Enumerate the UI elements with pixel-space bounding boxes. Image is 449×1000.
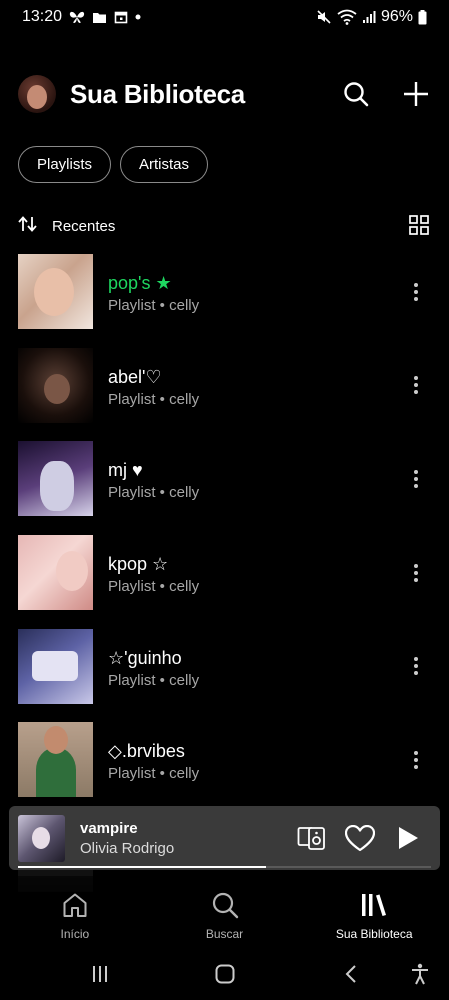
avatar[interactable] xyxy=(18,75,56,113)
play-button[interactable] xyxy=(393,823,423,853)
playback-progress-fill xyxy=(18,866,266,868)
filter-chip-playlists[interactable]: Playlists xyxy=(18,146,112,183)
calendar-icon xyxy=(114,10,128,24)
playlist-title: ◇.brvibes xyxy=(108,741,185,762)
playlist-subtitle: Playlist • celly xyxy=(108,297,200,314)
wifi-icon xyxy=(337,9,357,25)
bottom-nav: Início Buscar Sua Biblioteca xyxy=(0,876,449,948)
playlist-title: abel'♡ xyxy=(108,366,162,387)
accessibility-icon[interactable] xyxy=(408,962,432,986)
playlist-cover xyxy=(18,254,93,329)
plus-icon xyxy=(404,82,428,106)
sort-row: Recentes xyxy=(18,212,431,240)
home-button-icon[interactable] xyxy=(213,962,237,986)
library-icon xyxy=(359,890,389,920)
list-item[interactable]: pop's ★ Playlist • celly xyxy=(18,254,431,348)
battery-level: 96% xyxy=(380,8,413,25)
back-icon[interactable] xyxy=(339,962,363,986)
search-icon xyxy=(210,890,240,920)
playlist-title: pop's ★ xyxy=(108,273,172,293)
now-playing-cover xyxy=(18,814,65,862)
list-item[interactable]: ☆'guinho Playlist • celly xyxy=(18,628,431,723)
signal-icon xyxy=(362,10,376,24)
library-header: Sua Biblioteca xyxy=(18,72,431,116)
sort-label[interactable]: Recentes xyxy=(52,218,115,235)
more-options-icon[interactable] xyxy=(401,535,431,610)
notification-dot-icon xyxy=(135,14,141,20)
folder-icon xyxy=(92,11,107,24)
connect-device-button[interactable] xyxy=(297,823,327,853)
playlist-list: pop's ★ Playlist • celly abel'♡ Playlist… xyxy=(18,254,431,816)
sort-arrows-icon[interactable] xyxy=(18,215,38,237)
search-icon xyxy=(344,82,369,107)
playlist-cover xyxy=(18,535,93,611)
filter-chips: Playlists Artistas xyxy=(18,146,209,183)
list-item[interactable]: abel'♡ Playlist • celly xyxy=(18,347,431,442)
playlist-cover xyxy=(18,722,93,798)
playlist-title: mj ♥ xyxy=(108,460,143,481)
add-button[interactable] xyxy=(401,79,431,109)
nav-label: Sua Biblioteca xyxy=(335,927,413,941)
status-time: 13:20 xyxy=(22,8,63,25)
recent-apps-icon[interactable] xyxy=(88,962,112,986)
more-options-icon[interactable] xyxy=(401,441,431,516)
grid-view-icon xyxy=(409,215,429,235)
grid-view-button[interactable] xyxy=(409,215,431,237)
playlist-title: kpop ☆ xyxy=(108,554,169,575)
playlist-subtitle: Playlist • celly xyxy=(108,484,200,502)
filter-chip-artists[interactable]: Artistas xyxy=(120,146,209,183)
playlist-title: ☆'guinho xyxy=(108,647,182,668)
list-item[interactable]: mj ♥ Playlist • celly xyxy=(18,441,431,535)
like-button[interactable] xyxy=(345,823,375,853)
now-playing-title: vampire xyxy=(80,819,138,837)
more-options-icon[interactable] xyxy=(401,254,431,329)
more-options-icon[interactable] xyxy=(401,629,431,704)
more-options-icon[interactable] xyxy=(401,348,431,423)
playlist-cover xyxy=(18,628,93,704)
playback-progress-bar xyxy=(18,866,431,868)
heart-icon xyxy=(345,824,375,851)
nav-library[interactable]: Sua Biblioteca xyxy=(299,876,449,948)
nav-search[interactable]: Buscar xyxy=(150,876,300,948)
nav-label: Buscar xyxy=(205,927,244,941)
nav-home[interactable]: Início xyxy=(0,876,150,948)
nav-label: Início xyxy=(60,927,90,941)
mute-icon xyxy=(316,9,332,25)
more-options-icon[interactable] xyxy=(401,722,431,797)
search-button[interactable] xyxy=(341,79,371,109)
list-item[interactable]: kpop ☆ Playlist • celly xyxy=(18,535,431,629)
playlist-subtitle: Playlist • celly xyxy=(108,578,200,596)
mini-player[interactable]: vampire Olivia Rodrigo xyxy=(9,806,440,870)
status-bar: 13:20 96% xyxy=(0,0,449,34)
list-item[interactable]: ◇.brvibes Playlist • celly xyxy=(18,722,431,816)
playlist-cover xyxy=(18,347,93,423)
home-icon xyxy=(60,890,90,920)
battery-icon xyxy=(418,9,427,25)
playlist-cover xyxy=(18,441,93,517)
now-playing-artist: Olivia Rodrigo xyxy=(80,839,175,857)
butterfly-icon xyxy=(69,10,85,24)
playlist-subtitle: Playlist • celly xyxy=(108,390,200,408)
playlist-subtitle: Playlist • celly xyxy=(108,765,200,783)
play-icon xyxy=(399,827,418,849)
devices-icon xyxy=(297,827,325,850)
page-title: Sua Biblioteca xyxy=(70,78,245,109)
playlist-subtitle: Playlist • celly xyxy=(108,671,200,689)
system-nav-bar xyxy=(0,948,449,1000)
